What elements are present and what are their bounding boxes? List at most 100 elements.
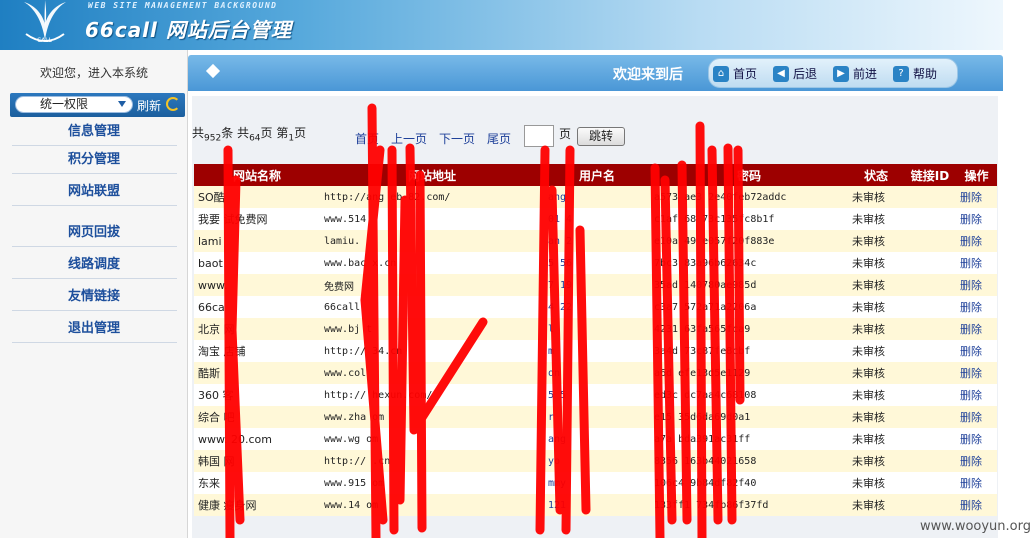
table-row: www. 免费网 7 19 35ad 140780ae985d 未审核 删除 [194, 274, 997, 296]
delete-link[interactable]: 删除 [956, 318, 997, 340]
main-content: 共952条 共64页 第1页 首页 上一页 下一页 尾页 页 跳转 网站名称 网… [192, 96, 998, 538]
col-site-name: 网站名称 [194, 164, 320, 186]
cell-site-name: 我要 试免费网 [194, 208, 320, 230]
cell-status: 未审核 [848, 406, 904, 428]
cell-username: 4 22 [544, 296, 650, 318]
page-number-input[interactable] [524, 125, 554, 147]
watermark: www.wooyun.org [919, 519, 1031, 534]
col-link-id: 链接ID [904, 164, 956, 186]
delete-link[interactable]: 删除 [956, 450, 997, 472]
delete-link[interactable]: 删除 [956, 230, 997, 252]
delete-link[interactable]: 删除 [956, 384, 997, 406]
prev-page-link[interactable]: 上一页 [391, 130, 427, 147]
delete-link[interactable]: 删除 [956, 252, 997, 274]
table-row: 健康 瘦身网 www.14 om 121 133ff1 734fb86f37fd 未审核… [194, 494, 997, 516]
permission-select-value: 统一权限 [40, 97, 89, 111]
table-row: 我要 试免费网 www.514 01 4 c1af 68 73c135fc8b1f 未审… [194, 208, 997, 230]
cell-site-url: 免费网 [320, 274, 544, 296]
go-button[interactable]: 跳转 [577, 127, 625, 146]
col-username: 用户名 [544, 164, 650, 186]
cell-site-url: www.915 om [320, 472, 544, 494]
delete-link[interactable]: 删除 [956, 494, 997, 516]
sidebar-item-routing[interactable]: 线路调度 [12, 251, 177, 279]
delete-link[interactable]: 删除 [956, 340, 997, 362]
cell-status: 未审核 [848, 472, 904, 494]
cell-username: ang [544, 186, 650, 208]
home-button[interactable]: ⌂ 首页 [713, 64, 757, 84]
cell-link-id [904, 384, 956, 406]
delete-link[interactable]: 删除 [956, 208, 997, 230]
cell-username: 5 5 [544, 384, 650, 406]
cell-password: 133ff1 734fb86f37fd [650, 494, 848, 516]
diamond-icon [205, 63, 221, 79]
forward-button[interactable]: ▶ 前进 [833, 64, 877, 84]
chevron-down-icon [118, 101, 126, 107]
nav-toolbar: ⌂ 首页 ◀ 后退 ▶ 前进 ? 帮助 [708, 58, 958, 88]
sidebar-item-links[interactable]: 友情链接 [12, 283, 177, 311]
cell-username: r [544, 406, 650, 428]
back-button[interactable]: ◀ 后退 [773, 64, 817, 84]
page-suffix: 页 [559, 127, 572, 141]
delete-link[interactable]: 删除 [956, 406, 997, 428]
next-page-link[interactable]: 下一页 [439, 130, 475, 147]
sidebar-item-callback[interactable]: 网页回拔 [12, 219, 177, 247]
permission-bar: 统一权限 刷新 [10, 93, 185, 117]
sidebar-item-logout[interactable]: 退出管理 [12, 315, 177, 343]
cell-site-url: www.bac x.cn [320, 252, 544, 274]
cell-link-id [904, 494, 956, 516]
cell-password: 4231 63fa565fca9 [650, 318, 848, 340]
cell-link-id [904, 252, 956, 274]
table-header-row: 网站名称 网站地址 用户名 密码 状态 链接ID 操作 [194, 164, 997, 186]
sites-table: 网站名称 网站地址 用户名 密码 状态 链接ID 操作 SO酷 http://an… [194, 164, 997, 516]
sidebar-item-alliance[interactable]: 网站联盟 [12, 178, 177, 206]
last-page-link[interactable]: 尾页 [487, 130, 511, 147]
cell-password: e15 35d6da69d0a1 [650, 406, 848, 428]
cell-site-name: 韩国 网 [194, 450, 320, 472]
cell-link-id [904, 208, 956, 230]
help-button[interactable]: ? 帮助 [893, 64, 937, 84]
cell-site-url: www.14 om [320, 494, 544, 516]
cell-site-url: 66call [320, 296, 544, 318]
cell-site-name: baot [194, 252, 320, 274]
col-action: 操作 [956, 164, 997, 186]
refresh-button[interactable]: 刷新 [137, 97, 161, 114]
first-page-link[interactable]: 首页 [355, 130, 379, 147]
delete-link[interactable]: 删除 [956, 362, 997, 384]
cell-link-id [904, 296, 956, 318]
delete-link[interactable]: 删除 [956, 296, 997, 318]
cell-site-name: www. 20.com [194, 428, 320, 450]
sidebar-item-points[interactable]: 积分管理 [12, 146, 177, 174]
table-row: 66ca 66call 4 22 c3a7 572a71a2206a 未审核 删除 [194, 296, 997, 318]
cell-link-id [904, 318, 956, 340]
cell-status: 未审核 [848, 296, 904, 318]
permission-select[interactable]: 统一权限 [15, 96, 133, 113]
delete-link[interactable]: 删除 [956, 472, 997, 494]
help-icon: ? [893, 66, 909, 82]
refresh-icon[interactable] [166, 97, 180, 111]
delete-link[interactable]: 删除 [956, 186, 997, 208]
cell-site-name: 66ca [194, 296, 320, 318]
cell-username: on [544, 362, 650, 384]
delete-link[interactable]: 删除 [956, 274, 997, 296]
table-row: SO酷 http://ang eb-82.com/ang a573 ae3 2e40… [194, 186, 997, 208]
cell-site-name: www. [194, 274, 320, 296]
cell-username: ang [544, 428, 650, 450]
cell-status: 未审核 [848, 362, 904, 384]
sidebar-item-info[interactable]: 信息管理 [12, 118, 177, 146]
cell-link-id [904, 230, 956, 252]
cell-site-name: 360 客 [194, 384, 320, 406]
table-row: 北京 网 www.bj t l 4231 63fa565fca9 未审核 删除 [194, 318, 997, 340]
cell-site-name: 北京 网 [194, 318, 320, 340]
cell-username: l [544, 318, 650, 340]
cell-status: 未审核 [848, 252, 904, 274]
col-password: 密码 [650, 164, 848, 186]
back-icon: ◀ [773, 66, 789, 82]
cell-password: 8356 163b44021658 [650, 450, 848, 472]
logo-icon: CALL [24, 0, 66, 44]
table-row: 淘宝 店铺 http:// 34.cn m 3a4d 73c87fe8cbf 未审核 删除 [194, 340, 997, 362]
delete-link[interactable]: 删除 [956, 428, 997, 450]
cell-link-id [904, 406, 956, 428]
cell-password: 35ad 140780ae985d [650, 274, 848, 296]
cell-status: 未审核 [848, 450, 904, 472]
sidebar: 欢迎您，进入本系统 统一权限 刷新 信息管理 积分管理 网站联盟 网页回拔 线路… [0, 50, 188, 538]
